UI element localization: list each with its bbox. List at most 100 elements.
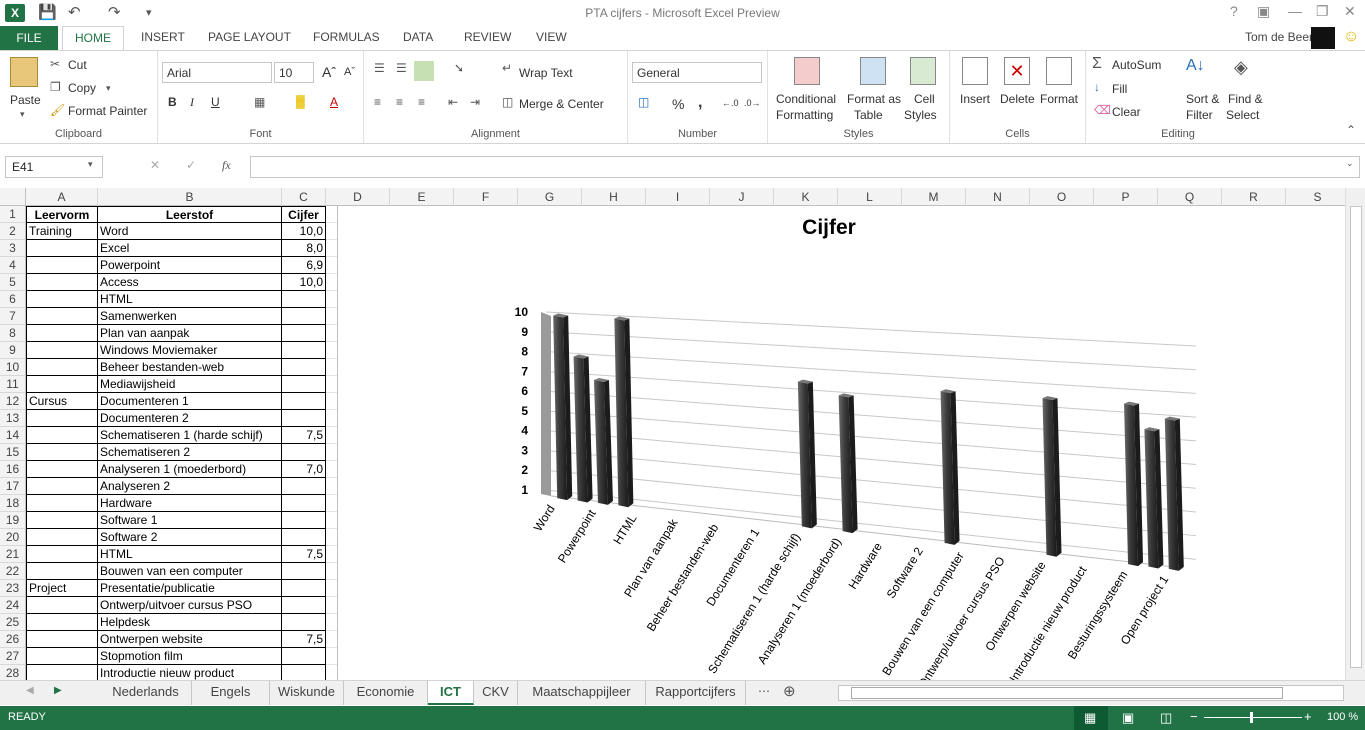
cut-button[interactable]: Cut — [68, 58, 87, 72]
cell-leervorm[interactable] — [26, 597, 98, 614]
expand-formula-icon[interactable]: ⌄ — [1346, 158, 1354, 169]
chart-bar[interactable] — [940, 389, 960, 545]
format-button[interactable]: Format — [1040, 92, 1078, 106]
cell-styles-line2[interactable]: Styles — [904, 108, 937, 122]
insert-function-button[interactable]: fx — [222, 158, 231, 173]
cell-cijfer[interactable] — [282, 291, 326, 308]
next-sheet-icon[interactable]: ▶ — [54, 685, 62, 696]
cell-cijfer[interactable] — [282, 597, 326, 614]
cell-leervorm[interactable] — [26, 631, 98, 648]
chart-bar[interactable] — [614, 316, 634, 508]
cell-leervorm[interactable] — [26, 665, 98, 680]
cell-cijfer[interactable] — [282, 512, 326, 529]
cell-leerstof[interactable]: Excel — [98, 240, 282, 257]
cell-leerstof[interactable]: Schematiseren 2 — [98, 444, 282, 461]
row-header[interactable]: 7 — [0, 308, 26, 325]
paste-dropdown-icon[interactable]: ▾ — [20, 109, 25, 120]
align-top-icon[interactable]: ☰ — [374, 61, 385, 75]
page-break-view-icon[interactable]: ◫ — [1160, 710, 1172, 726]
zoom-slider-thumb[interactable] — [1250, 712, 1253, 723]
sheet-tab-nederlands[interactable]: Nederlands — [100, 681, 192, 705]
increase-indent-icon[interactable]: ⇥ — [470, 95, 480, 109]
name-box-dropdown-icon[interactable]: ▾ — [88, 159, 93, 170]
column-header[interactable]: R — [1222, 188, 1286, 206]
cell-leervorm[interactable] — [26, 563, 98, 580]
smiley-feedback-icon[interactable]: ☺ — [1343, 28, 1359, 46]
merge-icon[interactable]: ◫ — [502, 95, 513, 109]
tab-formulas[interactable]: FORMULAS — [313, 30, 380, 44]
cell-cijfer[interactable]: 10,0 — [282, 274, 326, 291]
cell-cijfer[interactable]: 10,0 — [282, 223, 326, 240]
cell-cijfer[interactable] — [282, 325, 326, 342]
conditional-button-line2[interactable]: Formatting — [776, 108, 833, 122]
zoom-slider[interactable] — [1204, 717, 1302, 718]
percent-button[interactable]: % — [672, 96, 684, 112]
sheet-tab-engels[interactable]: Engels — [192, 681, 270, 705]
conditional-formatting-icon[interactable] — [794, 57, 820, 85]
cell-leerstof[interactable]: Beheer bestanden-web — [98, 359, 282, 376]
collapse-ribbon-icon[interactable]: ⌃ — [1346, 123, 1356, 137]
cell-leervorm[interactable] — [26, 546, 98, 563]
row-header[interactable]: 18 — [0, 495, 26, 512]
font-color-icon[interactable]: A — [330, 95, 338, 109]
cell-cijfer[interactable]: 7,0 — [282, 461, 326, 478]
cell-leervorm[interactable]: Leervorm — [26, 206, 98, 223]
decrease-font-icon[interactable]: Aˇ — [344, 66, 355, 78]
cell-cijfer[interactable] — [282, 495, 326, 512]
cell-leervorm[interactable] — [26, 291, 98, 308]
fill-color-icon[interactable]: ▓ — [296, 94, 305, 108]
format-painter-icon[interactable]: 🖌 — [50, 103, 65, 117]
autosum-button[interactable]: AutoSum — [1112, 58, 1161, 72]
cell-cijfer[interactable]: 7,5 — [282, 631, 326, 648]
column-header[interactable]: O — [1030, 188, 1094, 206]
wrap-text-icon[interactable]: ↵ — [502, 61, 512, 75]
increase-decimal-icon[interactable]: ←.0 — [722, 98, 739, 108]
cell-leerstof[interactable]: Presentatie/publicatie — [98, 580, 282, 597]
borders-icon[interactable]: ▦ — [254, 95, 265, 109]
row-header[interactable]: 26 — [0, 631, 26, 648]
cell-leerstof[interactable]: Software 1 — [98, 512, 282, 529]
merge-center-button[interactable]: Merge & Center — [519, 97, 604, 111]
cell-leervorm[interactable] — [26, 614, 98, 631]
cell-leerstof[interactable]: Bouwen van een computer — [98, 563, 282, 580]
cell-leervorm[interactable]: Project — [26, 580, 98, 597]
wrap-text-button[interactable]: Wrap Text — [519, 66, 573, 80]
tab-file[interactable]: FILE — [0, 26, 58, 50]
sort-filter-line2[interactable]: Filter — [1186, 108, 1213, 122]
cell-leerstof[interactable]: Documenteren 2 — [98, 410, 282, 427]
decrease-decimal-icon[interactable]: .0→ — [744, 98, 761, 108]
row-header[interactable]: 28 — [0, 665, 26, 680]
column-header[interactable]: F — [454, 188, 518, 206]
cell-leervorm[interactable] — [26, 444, 98, 461]
cell-leerstof[interactable]: Leerstof — [98, 206, 282, 223]
row-header[interactable]: 24 — [0, 597, 26, 614]
cell-leerstof[interactable]: Stopmotion film — [98, 648, 282, 665]
formula-input[interactable] — [250, 156, 1360, 178]
chart-bar[interactable] — [1144, 427, 1164, 569]
cell-leerstof[interactable]: Hardware — [98, 495, 282, 512]
chart-bar[interactable] — [797, 379, 817, 529]
fill-icon[interactable]: ↓ — [1094, 80, 1100, 94]
column-header[interactable]: D — [326, 188, 390, 206]
cell-leerstof[interactable]: Schematiseren 1 (harde schijf) — [98, 427, 282, 444]
cell-leerstof[interactable]: Plan van aanpak — [98, 325, 282, 342]
comma-button[interactable]: , — [698, 94, 702, 112]
column-header[interactable]: L — [838, 188, 902, 206]
zoom-level[interactable]: 100 % — [1327, 711, 1358, 723]
help-icon[interactable]: ? — [1230, 3, 1238, 19]
row-header[interactable]: 17 — [0, 478, 26, 495]
align-bottom-icon[interactable] — [414, 61, 434, 81]
cell-leerstof[interactable]: Samenwerken — [98, 308, 282, 325]
cell-cijfer[interactable] — [282, 359, 326, 376]
ribbon-display-icon[interactable]: ▣ — [1257, 3, 1270, 20]
minimize-icon[interactable]: — — [1288, 3, 1302, 19]
decrease-indent-icon[interactable]: ⇤ — [448, 95, 458, 109]
cancel-icon[interactable]: ✕ — [150, 158, 160, 172]
underline-button[interactable]: U — [211, 95, 220, 109]
column-chart[interactable]: Cijfer 1 2 3 4 5 6 7 8 9 10 Word Powerpoint HTML Pla… — [337, 206, 1345, 680]
vertical-scroll-thumb[interactable] — [1350, 206, 1362, 668]
horizontal-scroll-thumb[interactable] — [851, 687, 1283, 699]
column-header[interactable]: P — [1094, 188, 1158, 206]
page-layout-view-icon[interactable]: ▣ — [1122, 710, 1134, 726]
format-table-line1[interactable]: Format as — [847, 92, 901, 106]
